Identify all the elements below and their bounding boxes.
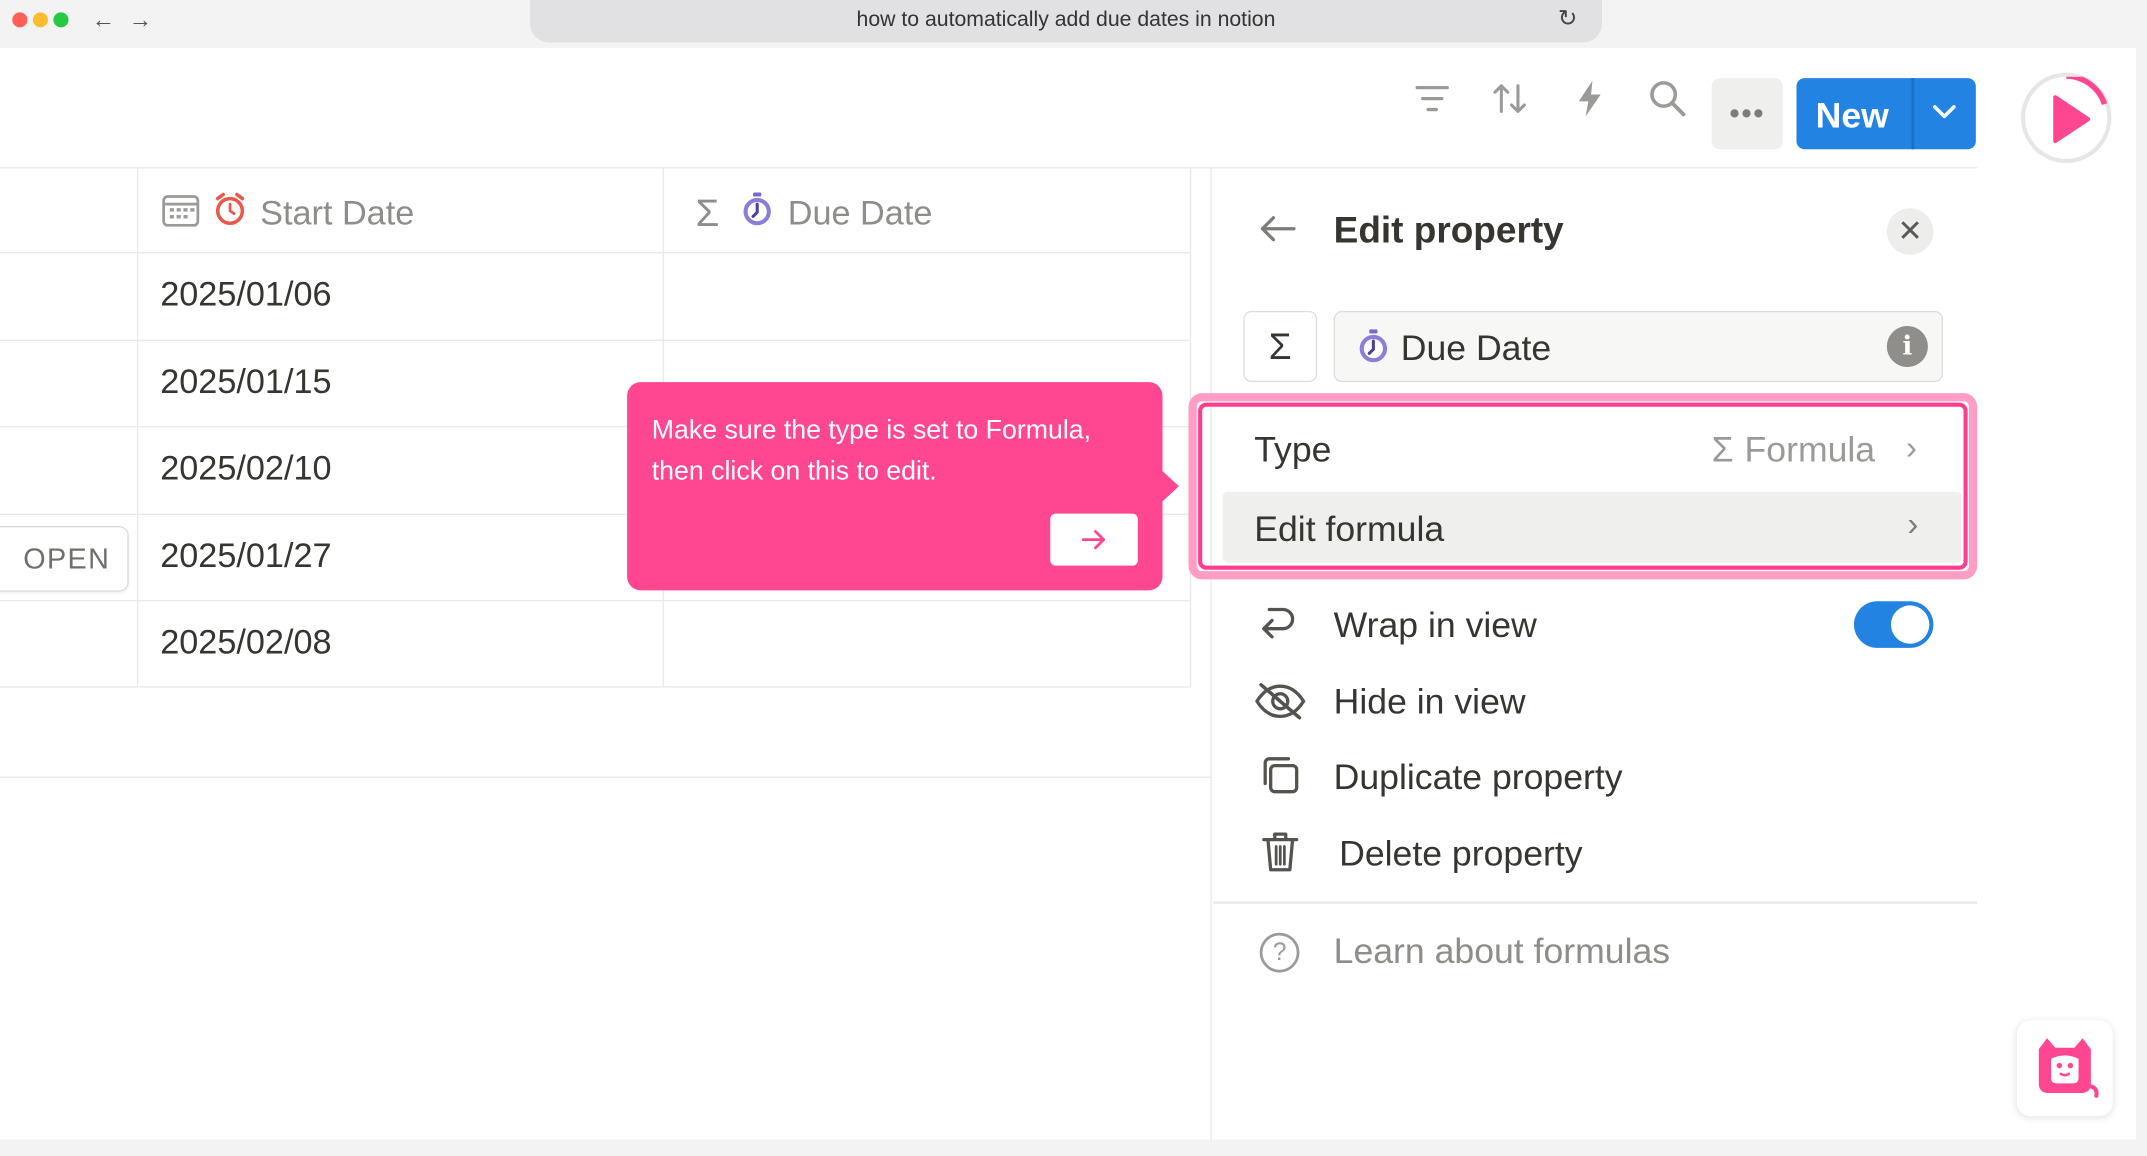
arrow-right-icon [1081, 530, 1105, 550]
info-icon[interactable]: i [1886, 325, 1928, 368]
wrap-toggle[interactable] [1853, 601, 1934, 648]
table-footer-border [0, 776, 1211, 778]
maximize-window-button[interactable] [53, 12, 69, 28]
table-cell-start-date[interactable]: 2025/01/15 [160, 363, 331, 403]
reload-icon[interactable]: ↻ [1558, 5, 1578, 32]
column-header-start-date[interactable]: Start Date [162, 189, 415, 238]
type-row-value[interactable]: Σ Formula [1712, 429, 1876, 471]
row-border [0, 686, 1192, 688]
address-bar[interactable]: how to automatically add due dates in no… [529, 0, 1603, 43]
eye-slash-icon [1254, 681, 1306, 729]
search-icon[interactable] [1649, 79, 1687, 117]
arrow-right-icon[interactable]: → [129, 7, 152, 34]
open-button-label: OPEN [23, 543, 111, 576]
stopwatch-icon [1357, 329, 1390, 371]
browser-toolbar: ← → how to automatically add due dates i… [0, 0, 2147, 48]
chevron-down-icon[interactable] [1931, 92, 1958, 133]
hide-in-view-item[interactable]: Hide in view [1334, 681, 1526, 723]
stopwatch-icon [741, 191, 774, 236]
sigma-icon: Σ [695, 191, 720, 235]
property-name-input[interactable]: Due Date i [1333, 310, 1943, 383]
chevron-right-icon: › [1906, 430, 1917, 468]
column-label: Due Date [787, 193, 933, 233]
property-name-value: Due Date [1400, 327, 1552, 369]
toggle-knob [1890, 605, 1930, 644]
table-cell-start-date[interactable]: 2025/02/08 [160, 623, 331, 663]
duplicate-icon [1260, 755, 1301, 803]
row-border [0, 599, 1192, 602]
new-button-divider [1911, 78, 1915, 150]
delete-property-item[interactable]: Delete property [1339, 833, 1582, 875]
new-button[interactable]: New [1796, 78, 1976, 150]
calendar-icon [162, 191, 200, 236]
duplicate-property-item[interactable]: Duplicate property [1334, 756, 1623, 798]
learn-about-formulas-link[interactable]: Learn about formulas [1334, 930, 1670, 972]
table-cell-start-date[interactable]: 2025/02/10 [160, 449, 331, 489]
panel-title: Edit property [1333, 209, 1564, 251]
wrap-icon [1258, 603, 1299, 651]
tooltip-pointer [1161, 469, 1179, 503]
arrow-left-icon[interactable]: ← [92, 7, 115, 34]
filter-icon[interactable] [1413, 79, 1451, 117]
edit-formula-label: Edit formula [1254, 508, 1445, 550]
alarm-clock-icon [214, 191, 247, 236]
chevron-right-icon: › [1907, 506, 1919, 544]
automation-bolt-icon[interactable] [1571, 79, 1609, 117]
cat-icon [2038, 1038, 2099, 1098]
column-border [136, 168, 139, 687]
table-cell-start-date[interactable]: 2025/01/27 [160, 537, 331, 577]
sort-icon[interactable] [1491, 79, 1529, 117]
tooltip-next-button[interactable] [1050, 513, 1138, 566]
header-bottom-border [0, 252, 1192, 254]
property-icon-picker[interactable]: Σ [1243, 310, 1318, 383]
back-arrow-icon[interactable] [1257, 208, 1298, 259]
column-label: Start Date [260, 193, 415, 233]
address-text: how to automatically add due dates in no… [856, 8, 1276, 32]
table-cell-start-date[interactable]: 2025/01/06 [160, 275, 331, 315]
type-row-label[interactable]: Type [1254, 429, 1331, 471]
more-options-button[interactable]: ••• [1711, 78, 1783, 150]
tutorial-tooltip: Make sure the type is set to Formula, th… [627, 382, 1179, 591]
play-button[interactable] [2021, 72, 2112, 163]
help-icon: ? [1259, 932, 1300, 973]
row-border [0, 339, 1192, 342]
type-value-text: Formula [1744, 428, 1876, 470]
trash-icon [1261, 830, 1299, 881]
column-header-due-date[interactable]: Σ Due Date [695, 189, 933, 238]
cat-assistant-button[interactable] [2016, 1020, 2113, 1117]
panel-divider [1213, 901, 1978, 904]
wrap-in-view-item[interactable]: Wrap in view [1334, 604, 1537, 646]
sigma-icon: Σ [1711, 428, 1734, 470]
minimize-window-button[interactable] [32, 12, 48, 28]
new-button-label: New [1815, 94, 1889, 136]
close-icon[interactable]: ✕ [1886, 208, 1934, 255]
open-row-button[interactable]: OPEN [0, 525, 129, 592]
edit-formula-button[interactable]: Edit formula › [1222, 491, 1963, 563]
close-window-button[interactable] [12, 12, 28, 28]
tooltip-text: Make sure the type is set to Formula, th… [651, 415, 1092, 487]
screen: ← → how to automatically add due dates i… [0, 0, 2147, 1156]
